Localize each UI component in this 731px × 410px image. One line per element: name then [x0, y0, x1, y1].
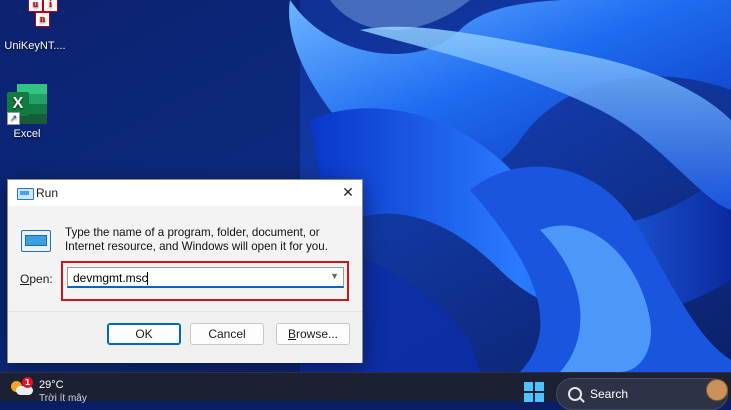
unikey-letter-i: i: [43, 0, 58, 12]
weather-temperature[interactable]: 29°C: [39, 379, 64, 391]
open-input[interactable]: devmgmt.msc ▼: [67, 267, 344, 288]
open-input-value: devmgmt.msc: [73, 271, 148, 285]
close-button[interactable]: ✕: [334, 180, 362, 206]
search-icon: [568, 387, 582, 401]
run-app-icon: [17, 188, 34, 200]
unikey-letter-n: n: [35, 12, 50, 27]
start-button[interactable]: [524, 382, 544, 402]
run-icon: [21, 230, 51, 252]
cancel-button[interactable]: Cancel: [190, 323, 264, 345]
desktop-icon-label: UniKeyNT....: [4, 40, 66, 52]
browse-label: rowse...: [296, 327, 339, 341]
open-label-accelerator: O: [20, 272, 30, 286]
shortcut-arrow-icon: ↗: [7, 112, 20, 125]
weather-condition[interactable]: Trời ít mây: [39, 393, 87, 404]
dialog-description: Type the name of a program, folder, docu…: [65, 226, 328, 253]
search-highlight-icon[interactable]: [706, 379, 728, 401]
run-dialog: Run ✕ Type the name of a program, folder…: [7, 179, 363, 363]
open-label: Open:: [20, 272, 53, 286]
open-label-text: pen:: [29, 272, 53, 286]
dialog-title: Run: [36, 186, 59, 200]
chevron-down-icon[interactable]: ▼: [330, 271, 339, 281]
desktop-icon-unikey[interactable]: u i n UniKeyNT....: [0, 0, 70, 52]
button-bar: OK Cancel Browse...: [8, 311, 362, 363]
desktop-icon-label: Excel: [13, 128, 41, 140]
notification-badge: 1: [22, 377, 33, 388]
browse-button[interactable]: Browse...: [276, 323, 350, 345]
ok-button[interactable]: OK: [107, 323, 181, 345]
unikey-icon: u i n: [15, 0, 58, 40]
text-caret: [147, 272, 148, 285]
taskbar: 1 29°C Trời ít mây Search: [0, 372, 731, 410]
taskbar-search-box[interactable]: Search: [556, 378, 728, 410]
desktop-icon-excel[interactable]: X ↗ Excel: [0, 84, 62, 140]
search-label: Search: [590, 387, 629, 401]
excel-icon: X ↗: [7, 84, 47, 125]
title-bar[interactable]: Run ✕: [8, 180, 362, 206]
browse-accelerator: B: [287, 327, 296, 341]
weather-widget-icon[interactable]: 1: [9, 377, 35, 399]
unikey-letter-u: u: [28, 0, 43, 12]
